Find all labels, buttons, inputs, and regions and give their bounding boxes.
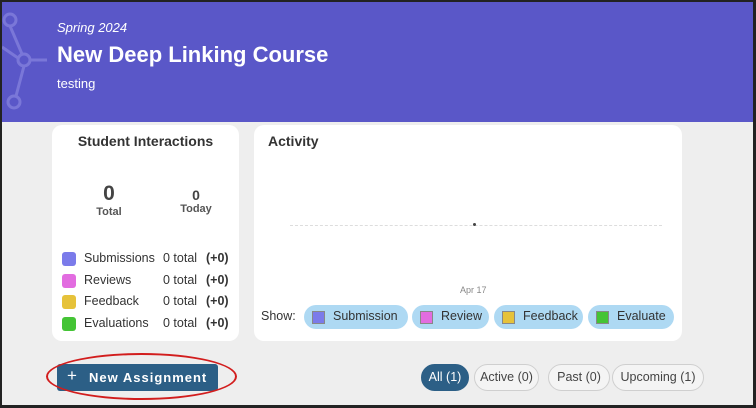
legend-delta: (+0) [206,273,229,287]
course-title: New Deep Linking Course [57,42,329,67]
legend-delta: (+0) [206,294,229,308]
legend-total: 0 total [163,273,198,287]
legend-delta: (+0) [206,251,229,265]
checkbox-icon[interactable] [420,311,433,324]
legend-row-submissions: Submissions 0 total (+0) [62,250,237,268]
today-stat: 0 Today [178,187,214,215]
legend-name: Reviews [84,273,132,287]
activity-title: Activity [268,133,319,149]
legend-delta: (+0) [206,316,229,330]
total-label: Total [96,206,122,218]
filter-pill-label: Review [441,309,482,323]
highlight-annotation [46,353,237,400]
student-interactions-card: Student Interactions 0 Total 0 Today Sub… [52,125,239,341]
filter-pill-label: Evaluate [617,309,666,323]
filter-pill-label: Submission [333,309,398,323]
checkbox-icon[interactable] [596,311,609,324]
legend-swatch [62,252,76,266]
legend-name: Feedback [84,294,139,308]
legend-swatch [62,295,76,309]
legend-row-evaluations: Evaluations 0 total (+0) [62,315,237,333]
legend-row-reviews: Reviews 0 total (+0) [62,272,237,290]
checkbox-icon[interactable] [502,311,515,324]
course-subtitle: testing [57,76,96,91]
course-banner: Spring 2024 New Deep Linking Course test… [2,2,753,122]
show-label: Show: [261,309,296,323]
legend-swatch [62,317,76,331]
total-stat: 0 Total [90,182,128,218]
filter-pill-label: Feedback [523,309,578,323]
filter-tab-all[interactable]: All (1) [421,364,469,391]
legend-swatch [62,274,76,288]
checkbox-icon[interactable] [312,311,325,324]
filter-pill-evaluate[interactable]: Evaluate [588,305,674,329]
filter-pill-submission[interactable]: Submission [304,305,408,329]
legend-total: 0 total [163,251,198,265]
activity-card: Activity Apr 17 Show: Submission Review Fe… [254,125,682,341]
filter-tab-past[interactable]: Past (0) [548,364,610,391]
activity-chart-baseline [290,225,662,226]
filter-pill-feedback[interactable]: Feedback [494,305,583,329]
legend-name: Evaluations [84,316,149,330]
activity-x-label: Apr 17 [460,285,487,295]
legend-row-feedback: Feedback 0 total (+0) [62,293,237,311]
student-interactions-title: Student Interactions [77,133,214,149]
semester-label: Spring 2024 [57,20,128,35]
legend-name: Submissions [84,251,155,265]
filter-tab-upcoming[interactable]: Upcoming (1) [612,364,704,391]
activity-data-point [473,223,476,226]
filter-pill-review[interactable]: Review [412,305,489,329]
today-value: 0 [192,187,200,203]
legend-total: 0 total [163,294,198,308]
legend-total: 0 total [163,316,198,330]
total-value: 0 [103,182,115,205]
app-frame: Spring 2024 New Deep Linking Course test… [0,0,756,408]
network-pattern-icon [2,12,47,110]
filter-tab-active[interactable]: Active (0) [474,364,539,391]
today-label: Today [180,203,212,215]
